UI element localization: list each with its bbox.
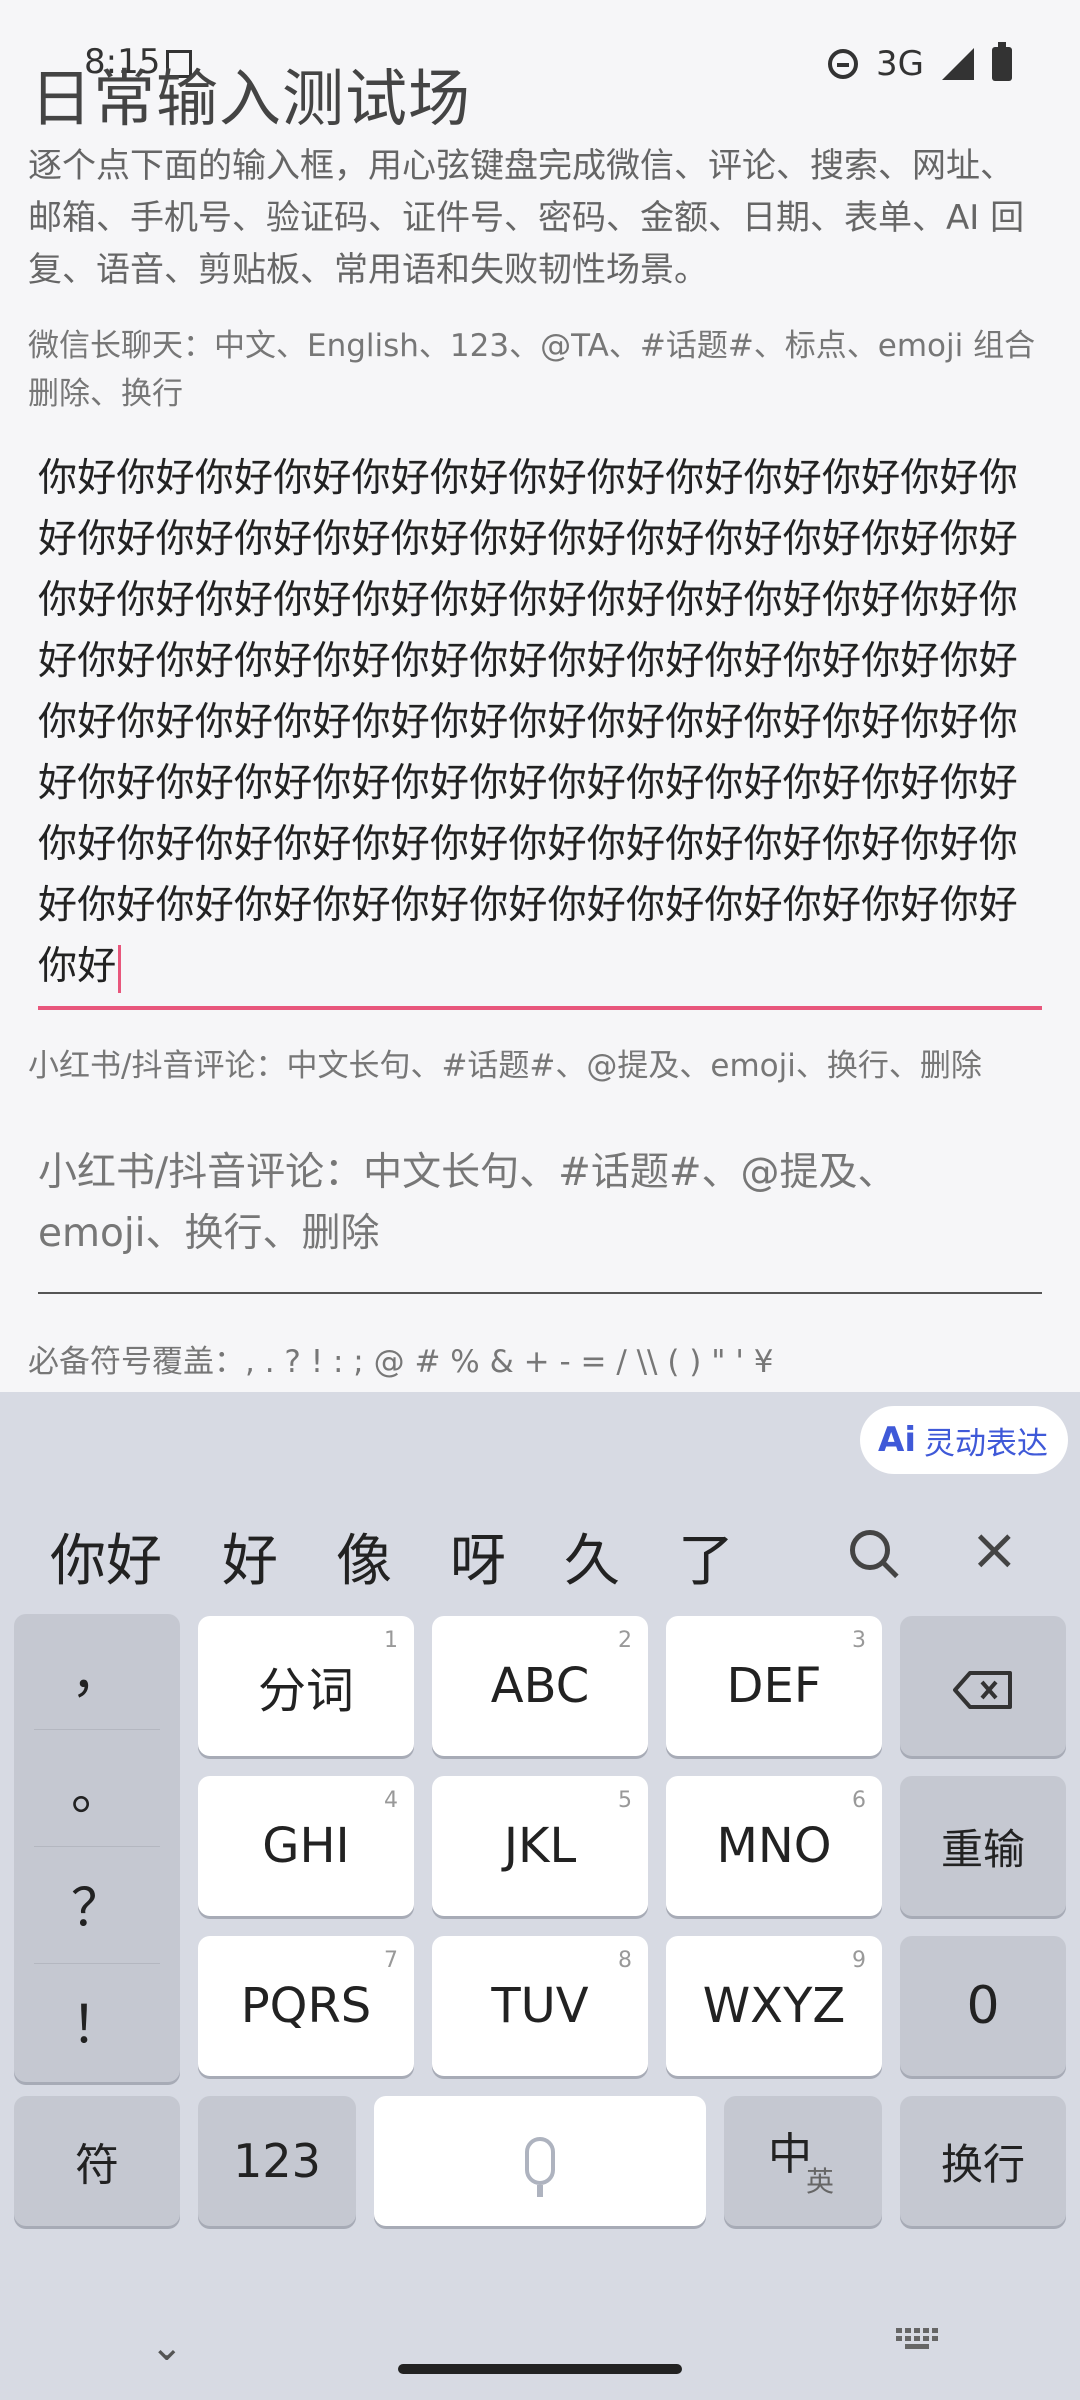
- network-type: 3G: [876, 44, 924, 84]
- key-5[interactable]: JKL 5: [432, 1776, 648, 1916]
- key-2-number: 2: [618, 1628, 632, 1653]
- key-9[interactable]: WXYZ 9: [666, 1936, 882, 2076]
- key-9-label: WXYZ: [702, 1978, 846, 2034]
- key-3-number: 3: [852, 1628, 866, 1653]
- reset-key-label: 重输: [940, 1824, 1025, 1874]
- punct-period-key[interactable]: 。: [14, 1749, 180, 1824]
- page-title: 日常输入测试场: [30, 62, 472, 135]
- hide-keyboard-chevron-icon[interactable]: ⌄: [150, 2324, 184, 2370]
- key-3[interactable]: DEF 3: [666, 1616, 882, 1756]
- key-4-number: 4: [384, 1788, 398, 1813]
- home-indicator[interactable]: [398, 2364, 682, 2374]
- key-7[interactable]: PQRS 7: [198, 1936, 414, 2076]
- key-4-label: GHI: [262, 1818, 350, 1874]
- key-3-label: DEF: [726, 1658, 822, 1714]
- language-switch-key[interactable]: 中 英: [724, 2096, 882, 2226]
- key-7-label: PQRS: [240, 1978, 372, 2034]
- comment-input[interactable]: 小红书/抖音评论：中文长句、#话题#、@提及、emoji、换行、删除: [38, 1142, 1042, 1294]
- zero-key[interactable]: 0: [900, 1936, 1066, 2076]
- key-2[interactable]: ABC 2: [432, 1616, 648, 1756]
- text-caret: [118, 944, 122, 993]
- numbers-key[interactable]: 123: [198, 2096, 356, 2226]
- symbols-key[interactable]: 符: [14, 2096, 180, 2226]
- key-1-label: 分词: [257, 1663, 354, 1719]
- symbols-key-label: 符: [75, 2140, 119, 2191]
- enter-key-label: 换行: [940, 2139, 1025, 2189]
- enter-key[interactable]: 换行: [900, 2096, 1066, 2226]
- key-8[interactable]: TUV 8: [432, 1936, 648, 2076]
- punctuation-column: ， 。 ？ ！: [14, 1614, 180, 2082]
- wechat-chat-input[interactable]: 你好你好你好你好你好你好你好你好你好你好你好你好你好你好你好你好你好你好你好你好…: [38, 448, 1042, 1010]
- close-icon[interactable]: ×: [970, 1520, 1019, 1578]
- key-5-number: 5: [618, 1788, 632, 1813]
- ai-icon: Ai: [878, 1420, 916, 1460]
- backspace-icon: [952, 1666, 1014, 1709]
- lang-alt-label: 英: [806, 2165, 835, 2198]
- punct-exclaim-key[interactable]: ！: [14, 1983, 180, 2058]
- symbols-field-label: 必备符号覆盖：, . ? ! : ; @ # % & + - = / \\ ( …: [28, 1344, 774, 1380]
- comment-input-placeholder: 小红书/抖音评论：中文长句、#话题#、@提及、emoji、换行、删除: [38, 1150, 897, 1256]
- numbers-key-label: 123: [233, 2134, 321, 2188]
- candidate-bar: 你好 好 像 呀 久 了 ×: [0, 1496, 1080, 1616]
- candidate-item[interactable]: 你好: [50, 1516, 162, 1597]
- wechat-input-text: 你好你好你好你好你好你好你好你好你好你好你好你好你好你好你好你好你好你好你好你好…: [38, 456, 1019, 989]
- key-5-label: JKL: [503, 1818, 577, 1874]
- search-icon[interactable]: [850, 1530, 890, 1570]
- key-8-label: TUV: [491, 1978, 589, 2034]
- key-7-number: 7: [384, 1948, 398, 1973]
- keyboard: Ai 灵动表达 你好 好 像 呀 久 了 × ， 。 ？ ！ 分词 1 ABC …: [0, 1392, 1080, 2400]
- punct-comma-key[interactable]: ，: [14, 1632, 180, 1707]
- key-1-number: 1: [384, 1628, 398, 1653]
- candidate-item[interactable]: 久: [564, 1516, 620, 1597]
- candidate-item[interactable]: 呀: [450, 1516, 506, 1597]
- page-intro: 逐个点下面的输入框，用心弦键盘完成微信、评论、搜索、网址、邮箱、手机号、验证码、…: [28, 146, 1025, 290]
- reset-key[interactable]: 重输: [900, 1776, 1066, 1916]
- candidate-item[interactable]: 像: [336, 1516, 392, 1597]
- signal-icon: [942, 48, 974, 80]
- comment-field-label: 小红书/抖音评论：中文长句、#话题#、@提及、emoji、换行、删除: [28, 1048, 982, 1084]
- zero-key-label: 0: [966, 1976, 1000, 2036]
- status-icons: 3G: [828, 42, 1012, 84]
- do-not-disturb-icon: [828, 49, 859, 79]
- wechat-field-label: 微信长聊天：中文、English、123、@TA、#话题#、标点、emoji 组…: [28, 328, 1036, 412]
- candidate-item[interactable]: 了: [678, 1516, 734, 1597]
- key-2-label: ABC: [490, 1658, 590, 1714]
- key-6-label: MNO: [716, 1818, 832, 1874]
- ai-expression-button[interactable]: Ai 灵动表达: [860, 1406, 1068, 1474]
- key-1[interactable]: 分词 1: [198, 1616, 414, 1756]
- microphone-icon: [525, 2137, 555, 2197]
- key-6[interactable]: MNO 6: [666, 1776, 882, 1916]
- candidate-item[interactable]: 好: [222, 1516, 278, 1597]
- key-6-number: 6: [852, 1788, 866, 1813]
- space-voice-key[interactable]: [374, 2096, 706, 2226]
- punct-question-key[interactable]: ？: [14, 1866, 180, 1941]
- keyboard-switch-icon[interactable]: [896, 2328, 940, 2350]
- key-4[interactable]: GHI 4: [198, 1776, 414, 1916]
- backspace-key[interactable]: [900, 1616, 1066, 1756]
- key-9-number: 9: [852, 1948, 866, 1973]
- key-8-number: 8: [618, 1948, 632, 1973]
- ai-expression-label: 灵动表达: [924, 1425, 1048, 1462]
- battery-icon: [992, 42, 1012, 81]
